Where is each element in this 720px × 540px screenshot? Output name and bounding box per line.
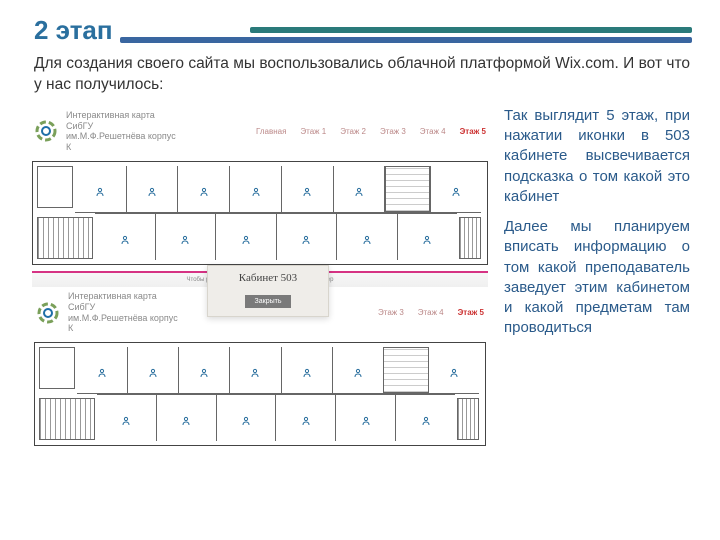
person-pin-icon: [301, 232, 311, 242]
person-pin-icon: [181, 413, 191, 423]
desc-paragraph-1: Так выглядит 5 этаж, при нажатии иконки …: [504, 106, 690, 207]
screenshot-floor5: Интерактивная карта СибГУ им.М.Ф.Решетнё…: [30, 106, 490, 265]
site-name: Интерактивная карта СибГУ им.М.Ф.Решетнё…: [66, 110, 176, 153]
room-pin[interactable]: [95, 214, 156, 260]
tab-floor3[interactable]: Этаж 3: [378, 308, 404, 317]
person-pin-icon: [301, 413, 311, 423]
room-pin[interactable]: [282, 166, 334, 212]
stairs-right-icon: [459, 217, 481, 259]
person-pin-icon: [95, 184, 105, 194]
person-pin-icon: [241, 413, 251, 423]
slide: 2 этап Для создания своего сайта мы восп…: [0, 0, 720, 540]
person-pin-icon: [97, 365, 107, 375]
site-logo-icon: [36, 301, 60, 325]
room-pin[interactable]: [429, 347, 479, 393]
room-pin[interactable]: [157, 395, 217, 441]
person-pin-icon: [354, 184, 364, 194]
floorplan-top: [32, 161, 488, 265]
person-pin-icon: [199, 184, 209, 194]
tab-floor1[interactable]: Этаж 1: [300, 127, 326, 136]
screenshots-column: Интерактивная карта СибГУ им.М.Ф.Решетнё…: [30, 106, 490, 452]
floorplan-bottom: [34, 342, 486, 446]
tab-floor4[interactable]: Этаж 4: [418, 308, 444, 317]
room-pin[interactable]: [128, 347, 179, 393]
screenshot-modal: Чтобы редактировать сайт, перейдите на к…: [32, 271, 488, 446]
close-button[interactable]: Закрыть: [245, 295, 292, 308]
site-tabs: Главная Этаж 1 Этаж 2 Этаж 3 Этаж 4 Этаж…: [256, 127, 486, 136]
room-pin[interactable]: [336, 395, 396, 441]
person-pin-icon: [302, 184, 312, 194]
room-pin[interactable]: [178, 166, 230, 212]
rooms-row-top: [77, 347, 479, 394]
tab-floor5[interactable]: Этаж 5: [460, 127, 486, 136]
site-tabs: Этаж 3 Этаж 4 Этаж 5: [378, 308, 484, 317]
person-pin-icon: [148, 365, 158, 375]
person-pin-icon: [180, 232, 190, 242]
decor-bar-blue: [120, 37, 692, 43]
room-pin[interactable]: [277, 214, 338, 260]
room-pin[interactable]: [396, 395, 455, 441]
description-column: Так выглядит 5 этаж, при нажатии иконки …: [504, 106, 690, 452]
site-name: Интерактивная карта СибГУ им.М.Ф.Решетнё…: [68, 291, 178, 334]
tab-floor2[interactable]: Этаж 2: [340, 127, 366, 136]
person-pin-icon: [451, 184, 461, 194]
person-pin-icon: [361, 413, 371, 423]
room-tooltip: Кабинет 503 Закрыть: [207, 265, 329, 317]
rooms-row-bottom: [97, 394, 455, 441]
room-pin[interactable]: [156, 214, 217, 260]
desc-paragraph-2: Далее мы планируем вписать информацию о …: [504, 217, 690, 339]
room-pin[interactable]: [333, 347, 384, 393]
person-pin-icon: [449, 365, 459, 375]
tooltip-title: Кабинет 503: [214, 272, 322, 284]
person-pin-icon: [362, 232, 372, 242]
person-pin-icon: [353, 365, 363, 375]
room-pin[interactable]: [77, 347, 128, 393]
person-pin-icon: [251, 184, 261, 194]
room-pin[interactable]: [97, 395, 157, 441]
stairs-icon: [39, 398, 95, 440]
site-header: Интерактивная карта СибГУ им.М.Ф.Решетнё…: [30, 106, 490, 159]
tab-floor3[interactable]: Этаж 3: [380, 127, 406, 136]
stairs-icon: [37, 217, 93, 259]
room-pin[interactable]: [398, 214, 458, 260]
stairwell-icon: [39, 347, 75, 389]
room-pin[interactable]: [127, 166, 179, 212]
room-pin[interactable]: [282, 347, 333, 393]
room-pin[interactable]: [75, 166, 127, 212]
site-logo-icon: [34, 119, 58, 143]
room-pin[interactable]: [276, 395, 336, 441]
rooms-row-top: [75, 166, 481, 213]
tab-floor4[interactable]: Этаж 4: [420, 127, 446, 136]
tab-home[interactable]: Главная: [256, 127, 286, 136]
room-blank: [384, 347, 429, 393]
person-pin-icon: [241, 232, 251, 242]
room-pin[interactable]: [337, 214, 398, 260]
room-pin[interactable]: [179, 347, 230, 393]
room-pin[interactable]: [430, 166, 481, 212]
tab-floor5[interactable]: Этаж 5: [458, 308, 484, 317]
stairwell-icon: [37, 166, 73, 208]
person-pin-icon: [421, 413, 431, 423]
room-pin[interactable]: [334, 166, 386, 212]
room-pin[interactable]: [217, 395, 277, 441]
person-pin-icon: [250, 365, 260, 375]
person-pin-icon: [147, 184, 157, 194]
stairs-right-icon: [457, 398, 479, 440]
intro-text: Для создания своего сайта мы воспользова…: [34, 54, 690, 96]
room-pin[interactable]: [230, 347, 281, 393]
person-pin-icon: [199, 365, 209, 375]
rooms-row-bottom: [95, 213, 457, 260]
room-blank: [385, 166, 430, 212]
person-pin-icon: [302, 365, 312, 375]
room-pin[interactable]: [216, 214, 277, 260]
person-pin-icon: [422, 232, 432, 242]
decor-bar-teal: [250, 27, 692, 33]
content-row: Интерактивная карта СибГУ им.М.Ф.Решетнё…: [30, 106, 690, 452]
person-pin-icon: [120, 232, 130, 242]
person-pin-icon: [121, 413, 131, 423]
room-pin[interactable]: [230, 166, 282, 212]
